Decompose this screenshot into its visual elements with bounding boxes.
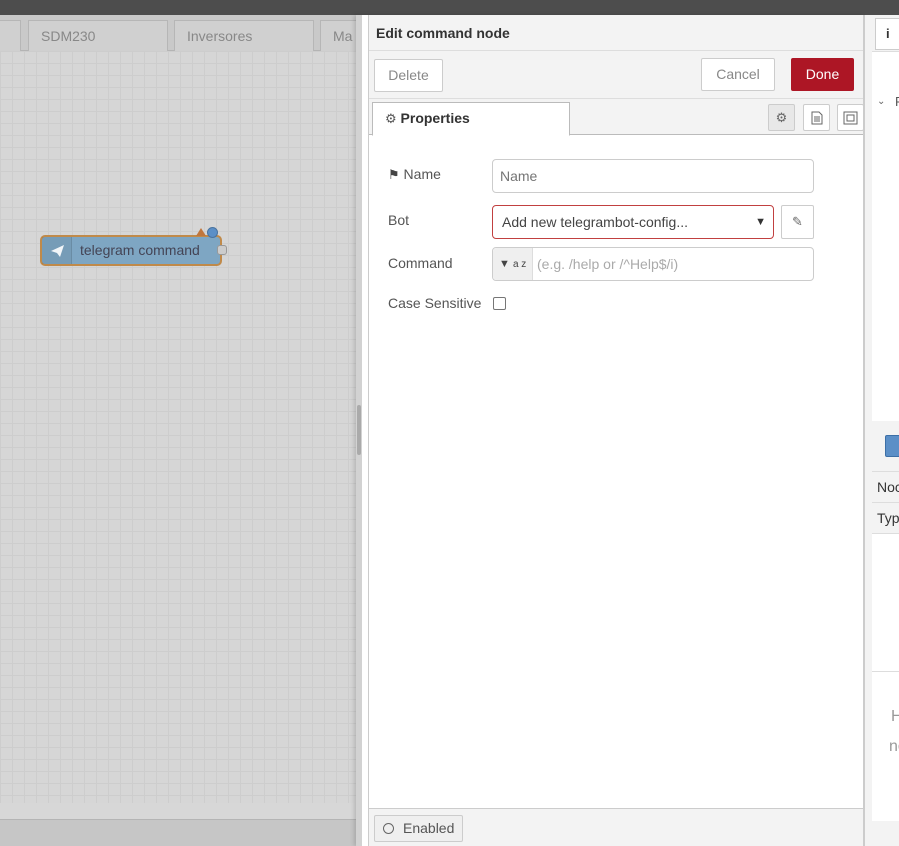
enabled-toggle-button[interactable]: Enabled [374, 815, 463, 842]
flow-workspace: SDM230 Inversores Ma telegram command [0, 15, 356, 846]
output-port[interactable] [217, 245, 227, 255]
workspace-tab-ma[interactable]: Ma [320, 20, 356, 51]
workspace-footer [0, 819, 356, 846]
table-row: Noc [872, 472, 899, 503]
name-field[interactable] [492, 159, 814, 193]
node-properties-table: Noc Typ [872, 471, 899, 671]
tray-header: Edit command node [369, 15, 863, 51]
info-tab[interactable]: i [875, 18, 899, 50]
help-text-fragment: no [889, 738, 899, 755]
name-label: ⚑ Name [388, 166, 441, 183]
tag-icon: ⚑ [388, 167, 400, 182]
workspace-tab-inversores[interactable]: Inversores [174, 20, 314, 51]
telegram-command-node[interactable]: telegram command [40, 227, 227, 266]
command-typed-input[interactable]: ▼ a z (e.g. /help or /^Help$/i) [492, 247, 814, 281]
help-text-fragment: H [891, 708, 899, 726]
delete-button[interactable]: Delete [374, 59, 443, 92]
tray-footer: Enabled [369, 808, 863, 846]
info-icon: i [886, 26, 890, 41]
workspace-tab-bar: SDM230 Inversores Ma [0, 15, 356, 51]
pencil-icon: ✎ [792, 214, 803, 229]
input-type-selector[interactable]: ▼ a z [493, 248, 533, 280]
enabled-label: Enabled [403, 820, 455, 836]
chevron-down-icon: ⌄ [877, 96, 886, 107]
node-label: telegram command [80, 242, 200, 258]
info-panel: ⌄ F [872, 51, 899, 421]
tray-resize-handle[interactable] [357, 405, 361, 455]
string-type-icon: a z [512, 259, 527, 270]
tab-properties[interactable]: ⚙ Properties [372, 102, 570, 136]
tab-properties-label: Properties [400, 110, 470, 126]
changed-indicator [207, 227, 218, 238]
command-input[interactable]: (e.g. /help or /^Help$/i) [537, 248, 678, 280]
bot-label: Bot [388, 212, 410, 228]
caret-down-icon: ▼ [499, 258, 510, 270]
workspace-tab[interactable] [0, 20, 21, 51]
top-header-bar [0, 0, 899, 15]
paper-plane-icon [42, 237, 72, 264]
node-row-label: Noc [877, 479, 899, 495]
tray-title: Edit command node [376, 25, 510, 41]
name-label-text: Name [403, 166, 441, 182]
warning-triangle-icon [196, 228, 206, 236]
tray-toolbar: Delete Cancel Done [369, 51, 863, 99]
tray-tabs: ⚙ Properties ⚙ [369, 99, 864, 136]
edit-bot-button[interactable]: ✎ [781, 205, 814, 239]
settings-tab-button[interactable]: ⚙ [768, 104, 795, 131]
appearance-tab-button[interactable] [837, 104, 864, 131]
gear-icon: ⚙ [385, 111, 397, 126]
help-panel: H no [872, 671, 899, 821]
document-icon [811, 111, 822, 125]
flow-canvas[interactable]: telegram command [0, 51, 356, 803]
done-button[interactable]: Done [791, 58, 854, 91]
type-row-label: Typ [877, 510, 899, 526]
gear-icon: ⚙ [775, 110, 788, 125]
edit-tray: Edit command node Delete Cancel Done ⚙ P… [356, 15, 868, 846]
right-sidebar: i ⌄ F Noc Typ H no [864, 15, 899, 846]
cancel-button[interactable]: Cancel [701, 58, 775, 91]
description-tab-button[interactable] [803, 104, 830, 131]
command-label: Command [388, 255, 453, 271]
case-sensitive-checkbox[interactable] [493, 297, 506, 310]
circle-icon [383, 823, 394, 834]
workspace-tab-sdm230[interactable]: SDM230 [28, 20, 168, 51]
case-sensitive-label: Case Sensitive [388, 295, 482, 311]
node-info-button[interactable] [885, 435, 899, 457]
table-row: Typ [872, 503, 899, 534]
tray-content: Edit command node Delete Cancel Done ⚙ P… [368, 15, 864, 846]
bot-select[interactable]: Add new telegrambot-config... ▼ [492, 205, 774, 239]
chevron-down-icon: ▼ [755, 216, 766, 228]
section-header-fragment: F [895, 94, 899, 109]
bot-select-value: Add new telegrambot-config... [502, 214, 688, 230]
appearance-icon [843, 111, 858, 125]
